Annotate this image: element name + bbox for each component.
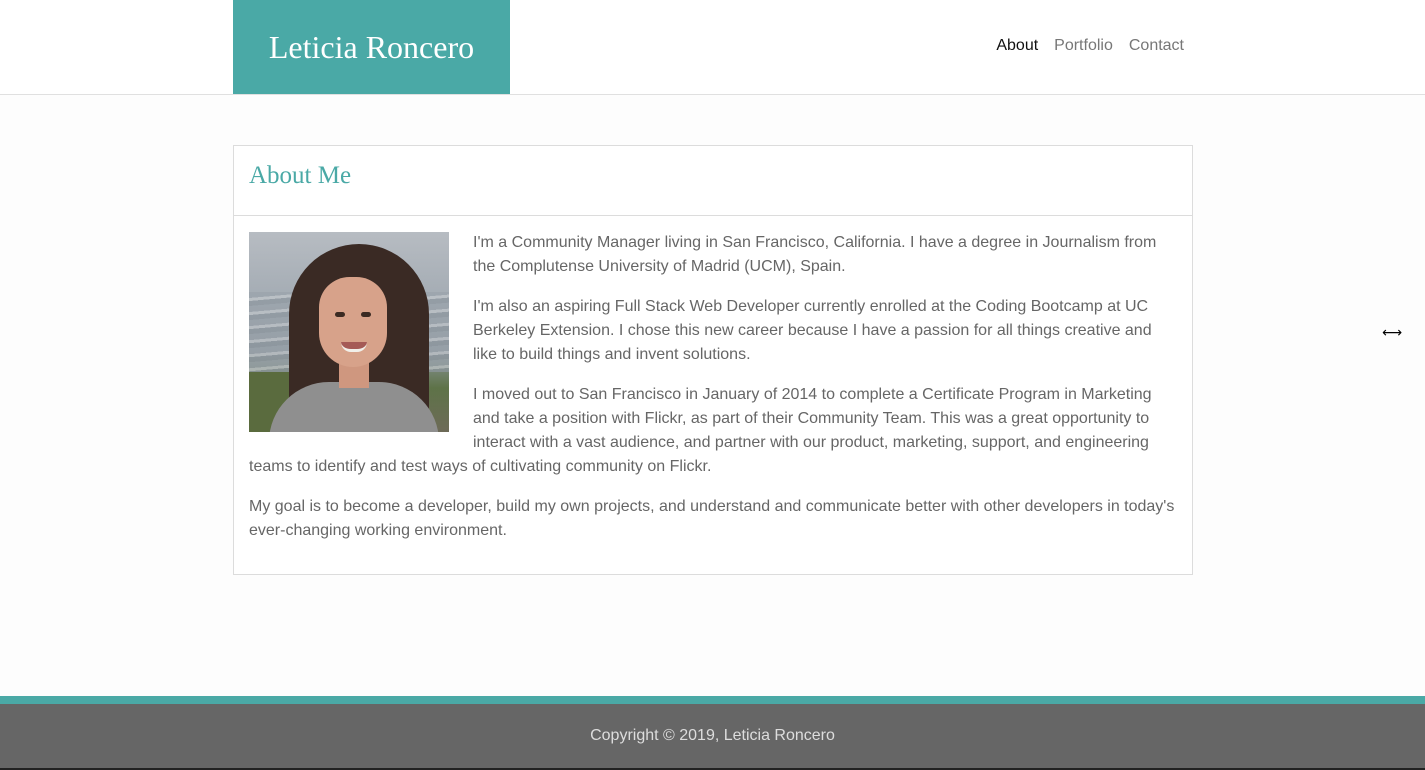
about-card-header: About Me — [234, 146, 1192, 216]
brand-logo[interactable]: Leticia Roncero — [233, 0, 510, 94]
photo-eye-right — [361, 312, 371, 317]
nav-link-portfolio[interactable]: Portfolio — [1054, 36, 1113, 56]
footer-copyright: Copyright © 2019, Leticia Roncero — [590, 727, 835, 744]
site-footer: Copyright © 2019, Leticia Roncero — [0, 704, 1425, 770]
about-paragraph-4: My goal is to become a developer, build … — [249, 498, 1175, 539]
photo-eye-left — [335, 312, 345, 317]
site-header: Leticia Roncero About Portfolio Contact — [0, 0, 1425, 95]
brand-name[interactable]: Leticia Roncero — [269, 29, 474, 66]
nav-link-about[interactable]: About — [996, 36, 1038, 56]
profile-photo — [249, 232, 449, 432]
about-card: About Me I'm a Community Manager living … — [233, 145, 1193, 575]
nav-link-contact[interactable]: Contact — [1129, 36, 1184, 56]
about-card-body: I'm a Community Manager living in San Fr… — [234, 216, 1192, 543]
main-nav: About Portfolio Contact — [996, 36, 1184, 56]
footer-accent-bar — [0, 696, 1425, 704]
about-title: About Me — [249, 162, 352, 189]
resize-horizontal-icon: ⟷ — [1382, 325, 1403, 341]
photo-face — [319, 277, 387, 367]
